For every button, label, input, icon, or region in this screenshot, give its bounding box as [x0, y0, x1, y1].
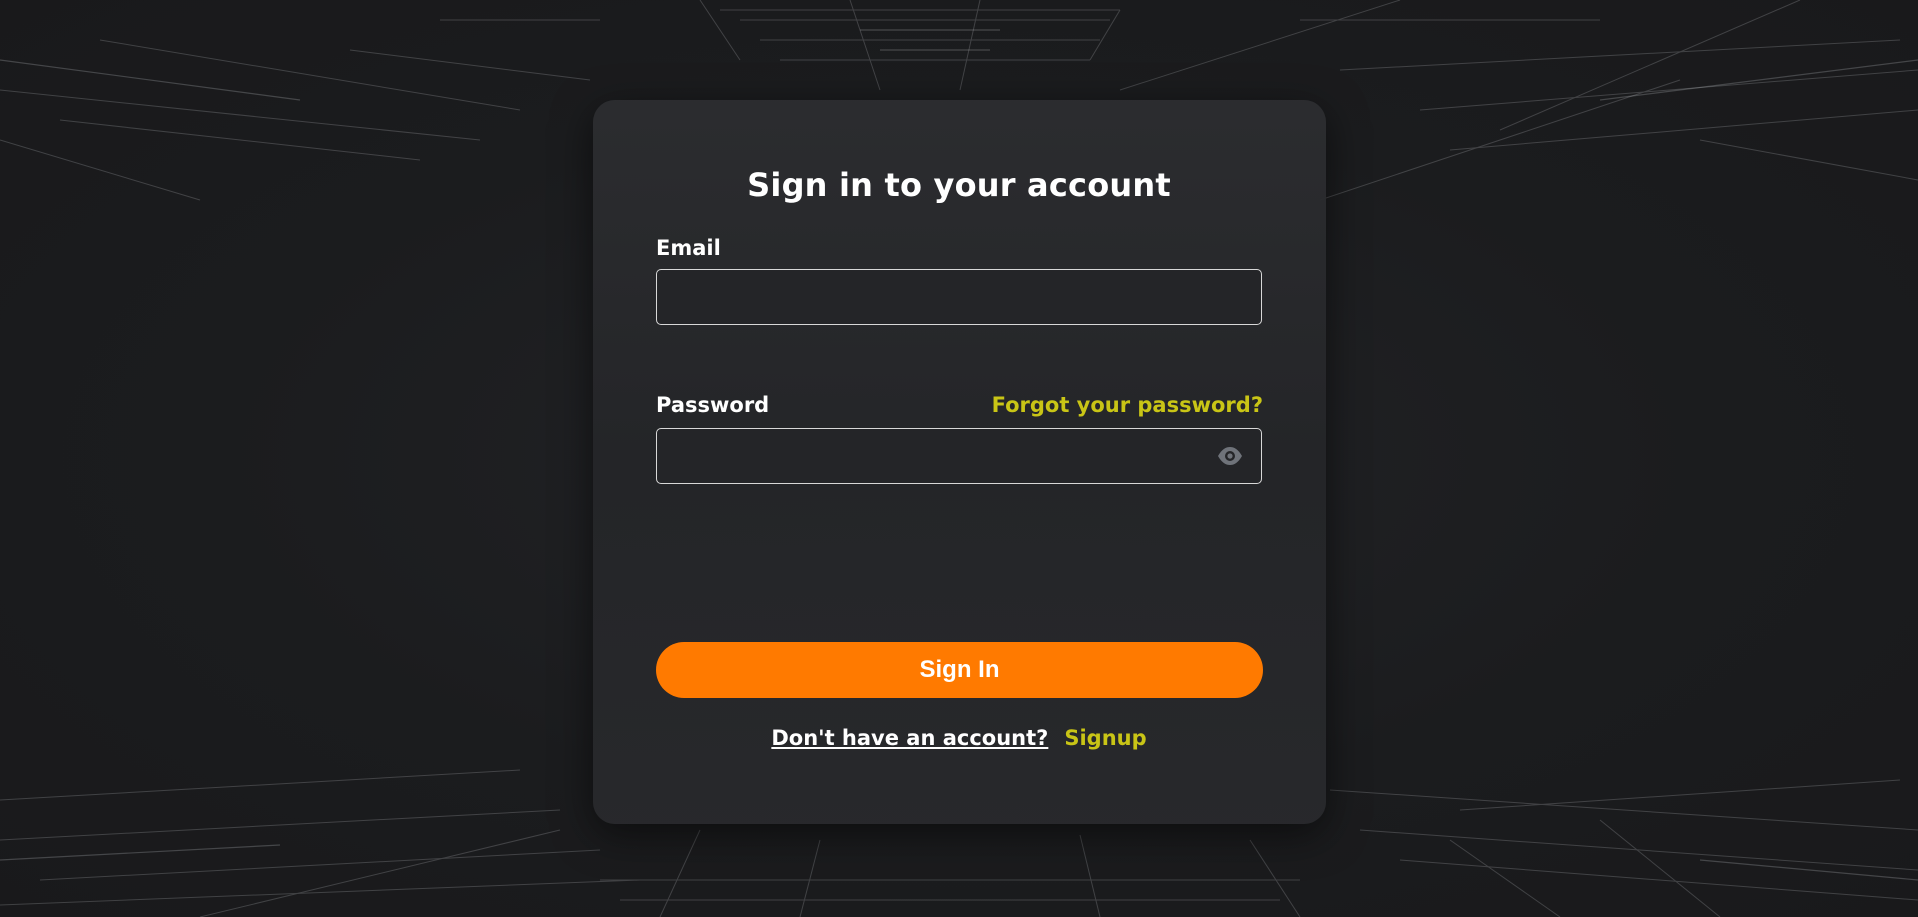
email-label: Email — [656, 236, 721, 260]
sign-in-button[interactable]: Sign In — [656, 642, 1263, 698]
password-label: Password — [656, 393, 770, 417]
signup-link[interactable]: Signup — [1064, 726, 1146, 750]
password-field-container — [656, 428, 1262, 484]
eye-icon[interactable] — [1217, 445, 1243, 467]
password-field[interactable] — [657, 429, 1261, 483]
email-field[interactable] — [657, 270, 1261, 324]
email-field-container — [656, 269, 1262, 325]
no-account-link[interactable]: Don't have an account? — [771, 726, 1048, 750]
forgot-password-link[interactable]: Forgot your password? — [992, 393, 1263, 417]
signup-row: Don't have an account? Signup — [0, 726, 1918, 750]
page-title: Sign in to your account — [747, 166, 1171, 204]
